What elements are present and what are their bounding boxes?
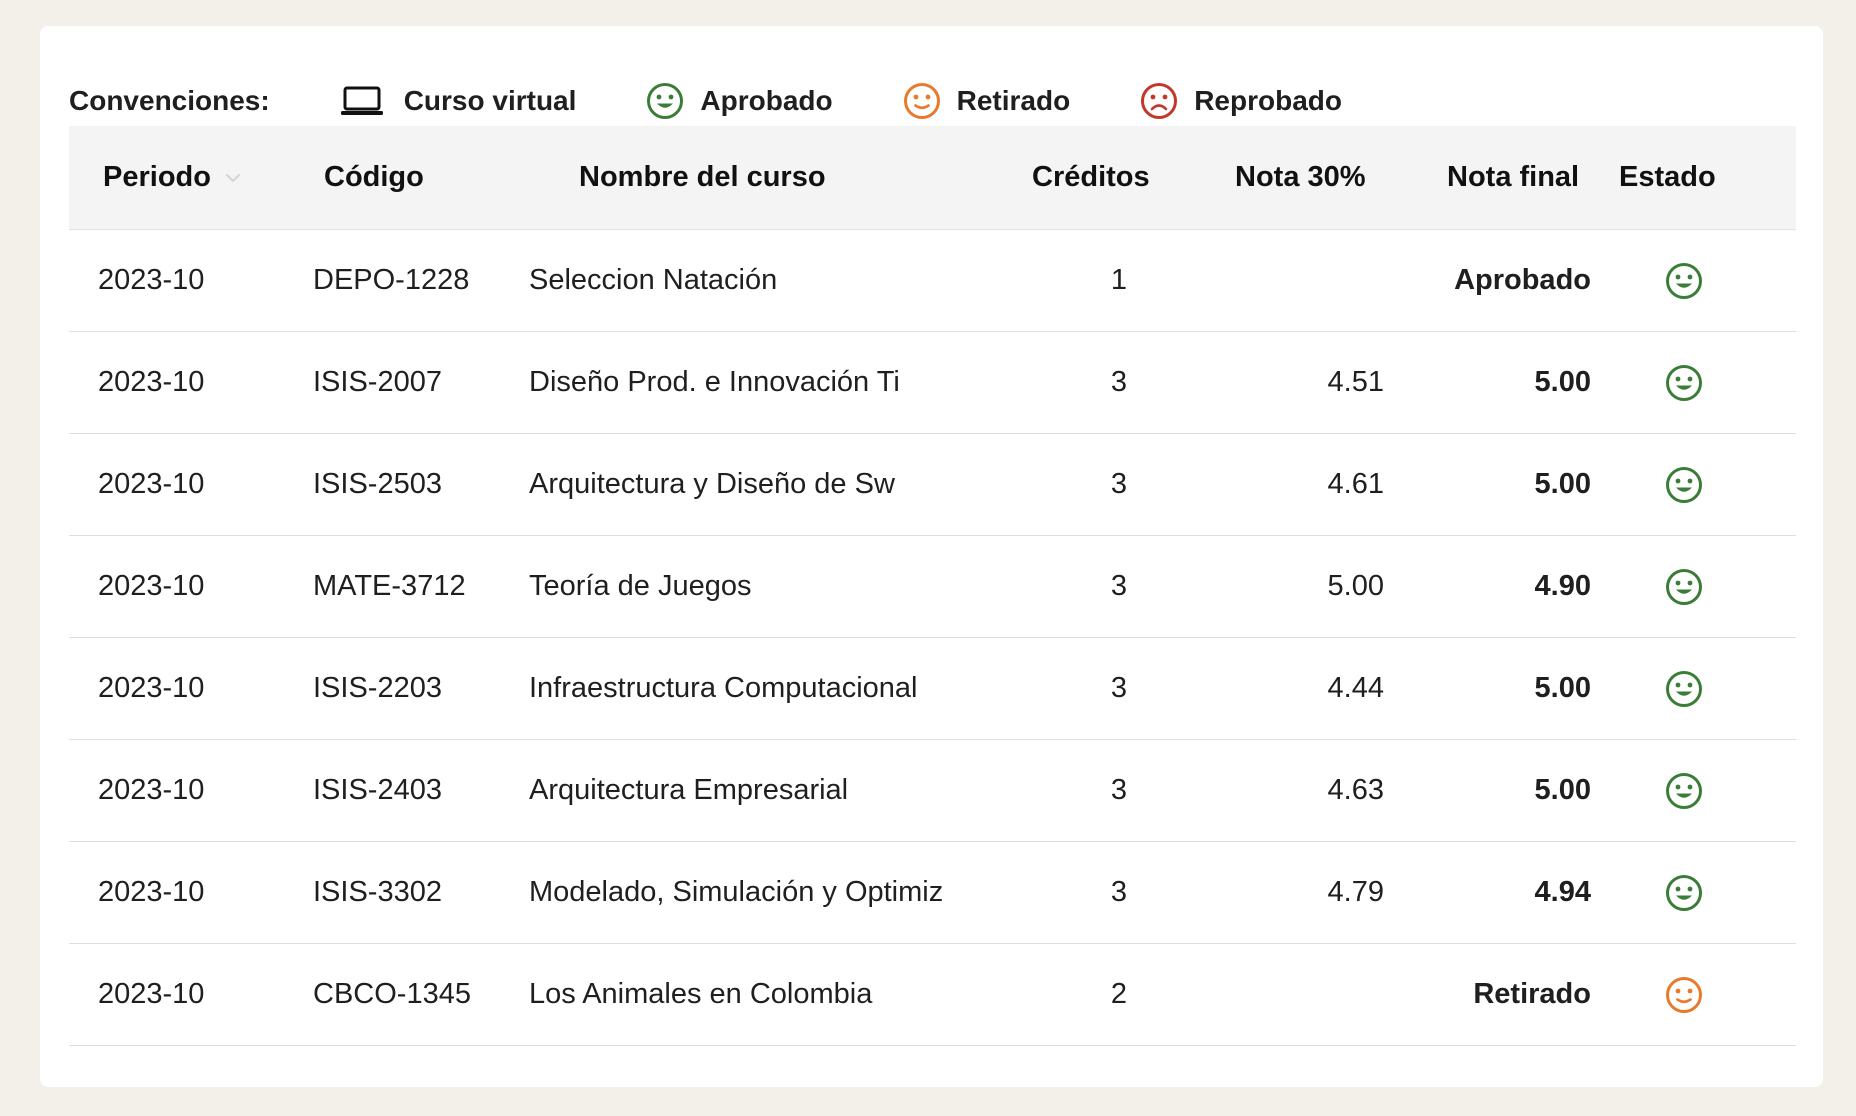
legend-item-virtual: Curso virtual (340, 85, 577, 117)
cell-final-grade: 5.00 (1534, 774, 1591, 806)
legend-item-aprobado: Aprobado (646, 82, 833, 120)
cell-nota30: 4.63 (1327, 774, 1384, 806)
cell-period: 2023-10 (98, 978, 205, 1010)
table-body: 2023-10 DEPO-1228 Seleccion Natación 1 Aprob… (69, 230, 1796, 1046)
cell-nota30 (1269, 944, 1384, 1045)
header-final[interactable]: Nota final (1447, 126, 1579, 229)
smile-icon (1665, 568, 1703, 606)
cell-code: MATE-3712 (313, 570, 466, 602)
smile-icon (1665, 364, 1703, 402)
legend-label-aprobado: Aprobado (700, 85, 833, 116)
cell-credits: 3 (1110, 876, 1128, 908)
cell-course-name: Seleccion Natación (529, 264, 778, 296)
cell-estado (1654, 638, 1714, 739)
cell-period: 2023-10 (98, 876, 205, 908)
chevron-down-icon[interactable] (225, 172, 241, 184)
cell-course-name: Teoría de Juegos (529, 570, 752, 602)
cell-estado (1654, 740, 1714, 841)
table-row: 2023-10 ISIS-2403 Arquitectura Empresarial… (69, 740, 1796, 842)
cell-code: ISIS-2503 (313, 468, 442, 500)
cell-period: 2023-10 (98, 672, 205, 704)
cell-nota30: 4.61 (1327, 468, 1384, 500)
cell-credits: 3 (1110, 774, 1128, 806)
table-row: 2023-10 ISIS-2007 Diseño Prod. e Innovació… (69, 332, 1796, 434)
cell-nota30: 4.44 (1327, 672, 1384, 704)
cell-code: CBCO-1345 (313, 978, 471, 1010)
cell-final-grade: 5.00 (1534, 366, 1591, 398)
cell-nota30: 4.79 (1327, 876, 1384, 908)
cell-course-name: Infraestructura Computacional (529, 672, 918, 704)
header-period[interactable]: Periodo (103, 126, 241, 229)
laptop-icon (340, 86, 384, 116)
smile-icon (1665, 772, 1703, 810)
cell-course-name: Arquitectura Empresarial (529, 774, 849, 806)
smile-icon (1665, 262, 1703, 300)
table-row: 2023-10 ISIS-3302 Modelado, Simulación y O… (69, 842, 1796, 944)
cell-code: ISIS-2203 (313, 672, 442, 704)
legend-label-virtual: Curso virtual (403, 85, 577, 116)
cell-period: 2023-10 (98, 366, 205, 398)
cell-code: ISIS-2007 (313, 366, 442, 398)
cell-final-grade: Retirado (1473, 978, 1591, 1010)
neutral-face-icon (1665, 976, 1703, 1014)
cell-course-name: Diseño Prod. e Innovación Ti (529, 366, 900, 398)
cell-course-name: Modelado, Simulación y Optimiz (529, 876, 944, 908)
header-estado[interactable]: Estado (1619, 126, 1716, 229)
legend-label-retirado: Retirado (956, 85, 1071, 116)
legend-item-retirado: Retirado (903, 82, 1071, 120)
cell-code: ISIS-3302 (313, 876, 442, 908)
cell-nota30: 5.00 (1327, 570, 1384, 602)
cell-credits: 3 (1110, 366, 1128, 398)
header-period-label: Periodo (103, 161, 211, 193)
cell-period: 2023-10 (98, 774, 205, 806)
cell-period: 2023-10 (98, 570, 205, 602)
cell-estado (1654, 536, 1714, 637)
table-header: Periodo Código Nombre del curso Créditos… (69, 126, 1796, 230)
cell-credits: 3 (1110, 468, 1128, 500)
cell-course-name: Los Animales en Colombia (529, 978, 873, 1010)
cell-estado (1654, 230, 1714, 331)
cell-course-name: Arquitectura y Diseño de Sw (529, 468, 895, 500)
grades-table: Periodo Código Nombre del curso Créditos… (69, 126, 1796, 1046)
cell-credits: 1 (1110, 264, 1128, 296)
smile-icon (1665, 874, 1703, 912)
table-row: 2023-10 ISIS-2503 Arquitectura y Diseño de… (69, 434, 1796, 536)
cell-period: 2023-10 (98, 468, 205, 500)
cell-credits: 3 (1110, 570, 1128, 602)
legend: Convenciones: Curso virtual Aprobado Ret… (69, 74, 1412, 128)
legend-item-reprobado: Reprobado (1140, 82, 1342, 120)
cell-estado (1654, 842, 1714, 943)
cell-credits: 3 (1110, 672, 1128, 704)
cell-final-grade: 4.94 (1534, 876, 1591, 908)
cell-final-grade: 4.90 (1534, 570, 1591, 602)
cell-period: 2023-10 (98, 264, 205, 296)
table-row: 2023-10 MATE-3712 Teoría de Juegos 3 5.00 4.9… (69, 536, 1796, 638)
legend-label-reprobado: Reprobado (1194, 85, 1342, 116)
smile-icon (646, 82, 684, 120)
smile-icon (1665, 670, 1703, 708)
cell-nota30: 4.51 (1327, 366, 1384, 398)
cell-code: DEPO-1228 (313, 264, 470, 296)
cell-estado (1654, 944, 1714, 1045)
table-row: 2023-10 CBCO-1345 Los Animales en Colombia… (69, 944, 1796, 1046)
header-credits[interactable]: Créditos (1032, 126, 1150, 229)
smile-icon (1665, 466, 1703, 504)
grades-card: Convenciones: Curso virtual Aprobado Ret… (40, 26, 1823, 1087)
cell-estado (1654, 332, 1714, 433)
header-code[interactable]: Código (324, 126, 424, 229)
cell-final-grade: Aprobado (1454, 264, 1591, 296)
frown-icon (1140, 82, 1178, 120)
legend-title: Convenciones: (69, 85, 270, 116)
cell-credits: 2 (1110, 978, 1128, 1010)
cell-code: ISIS-2403 (313, 774, 442, 806)
cell-estado (1654, 434, 1714, 535)
table-row: 2023-10 DEPO-1228 Seleccion Natación 1 Aprob… (69, 230, 1796, 332)
table-row: 2023-10 ISIS-2203 Infraestructura Computac… (69, 638, 1796, 740)
header-name[interactable]: Nombre del curso (579, 126, 826, 229)
cell-nota30 (1269, 230, 1384, 331)
header-nota30[interactable]: Nota 30% (1235, 126, 1366, 229)
cell-final-grade: 5.00 (1534, 468, 1591, 500)
cell-final-grade: 5.00 (1534, 672, 1591, 704)
neutral-face-icon (903, 82, 941, 120)
